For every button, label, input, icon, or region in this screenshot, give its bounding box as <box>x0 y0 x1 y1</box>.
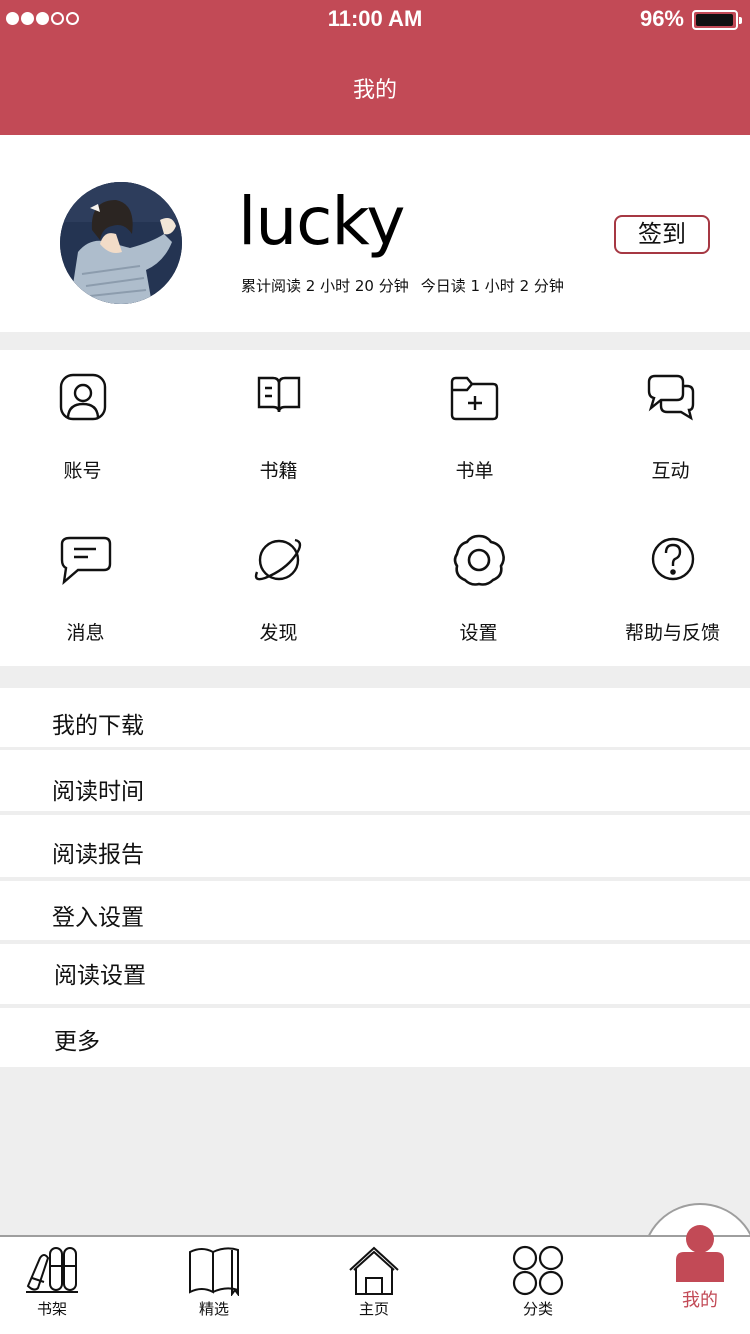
username: lucky <box>238 183 405 260</box>
menu-item-label: 阅读报告 <box>52 842 144 868</box>
avatar[interactable] <box>60 182 182 304</box>
book-icon <box>257 376 300 413</box>
page-title: 我的 <box>352 78 397 103</box>
home-icon <box>349 1246 399 1295</box>
tab-label: 书架 <box>36 1300 67 1318</box>
person-icon <box>676 1225 724 1282</box>
grid-label: 账号 <box>63 460 102 482</box>
settings-icon <box>453 534 505 586</box>
grid-item-help[interactable]: 帮助与反馈 <box>579 532 750 645</box>
tab-label: 我的 <box>682 1290 718 1311</box>
menu-item-more[interactable]: 更多 <box>0 1008 750 1067</box>
help-icon <box>651 537 694 581</box>
status-bar: 11:00 AM 96% <box>0 0 750 40</box>
tab-label: 分类 <box>522 1300 553 1318</box>
grid-label: 书单 <box>455 460 494 482</box>
tab-label: 主页 <box>358 1300 389 1318</box>
grid-item-books[interactable]: 书籍 <box>185 370 372 483</box>
menu-item-label: 登入设置 <box>52 905 144 931</box>
tab-featured[interactable]: 精选 <box>164 1244 264 1319</box>
message-icon <box>60 536 111 585</box>
menu-item-label: 阅读设置 <box>54 963 146 989</box>
feature-grid: 账号 书籍 书单 互动 消息 发现 设置 帮助与反馈 <box>0 350 750 666</box>
grid-label: 消息 <box>66 622 105 644</box>
total-reading-time: 累计阅读 2 小时 20 分钟 <box>241 277 409 295</box>
planet-icon <box>254 538 301 581</box>
tab-mine[interactable]: 我的 <box>650 1222 750 1312</box>
open-book-icon <box>189 1247 239 1296</box>
battery-icon <box>692 10 742 30</box>
tab-home[interactable]: 主页 <box>324 1244 424 1319</box>
bookshelf-icon <box>26 1247 78 1293</box>
checkin-button[interactable]: 签到 <box>614 215 710 254</box>
tab-bookshelf[interactable]: 书架 <box>2 1244 102 1319</box>
grid-item-settings[interactable]: 设置 <box>385 532 572 645</box>
menu-item-reading-settings[interactable]: 阅读设置 <box>0 944 750 1004</box>
menu-item-downloads[interactable]: 我的下载 <box>0 688 750 747</box>
battery-percent: 96% <box>639 6 684 31</box>
today-reading-time: 今日读 1 小时 2 分钟 <box>420 277 564 295</box>
grid-label: 发现 <box>259 622 298 644</box>
tab-label: 精选 <box>198 1300 229 1318</box>
header-bar: 11:00 AM 96% 我的 <box>0 0 750 135</box>
grid-label: 帮助与反馈 <box>624 622 720 644</box>
status-time: 11:00 AM <box>327 6 423 31</box>
menu-item-reading-report[interactable]: 阅读报告 <box>0 815 750 877</box>
grid-item-interaction[interactable]: 互动 <box>577 370 750 483</box>
reading-stats: 累计阅读 2 小时 20 分钟 今日读 1 小时 2 分钟 <box>241 275 564 296</box>
grid-item-account[interactable]: 账号 <box>0 370 176 483</box>
tab-categories[interactable]: 分类 <box>488 1244 588 1319</box>
menu-item-label: 阅读时间 <box>52 779 144 805</box>
chat-bubbles-icon <box>647 374 694 421</box>
grid-item-messages[interactable]: 消息 <box>0 532 179 645</box>
grid-label: 互动 <box>651 460 690 482</box>
categories-icon <box>512 1245 564 1296</box>
account-icon <box>59 373 106 421</box>
grid-item-discover[interactable]: 发现 <box>185 532 372 645</box>
profile-card: lucky 累计阅读 2 小时 20 分钟 今日读 1 小时 2 分钟 签到 <box>0 135 750 332</box>
menu-item-label: 我的下载 <box>52 713 144 739</box>
folder-add-icon <box>450 376 498 421</box>
grid-label: 设置 <box>459 622 498 644</box>
grid-label: 书籍 <box>259 460 298 482</box>
menu-item-reading-time[interactable]: 阅读时间 <box>0 750 750 811</box>
menu-item-login-settings[interactable]: 登入设置 <box>0 881 750 940</box>
grid-item-booklist[interactable]: 书单 <box>381 370 568 483</box>
menu-item-label: 更多 <box>54 1029 100 1055</box>
